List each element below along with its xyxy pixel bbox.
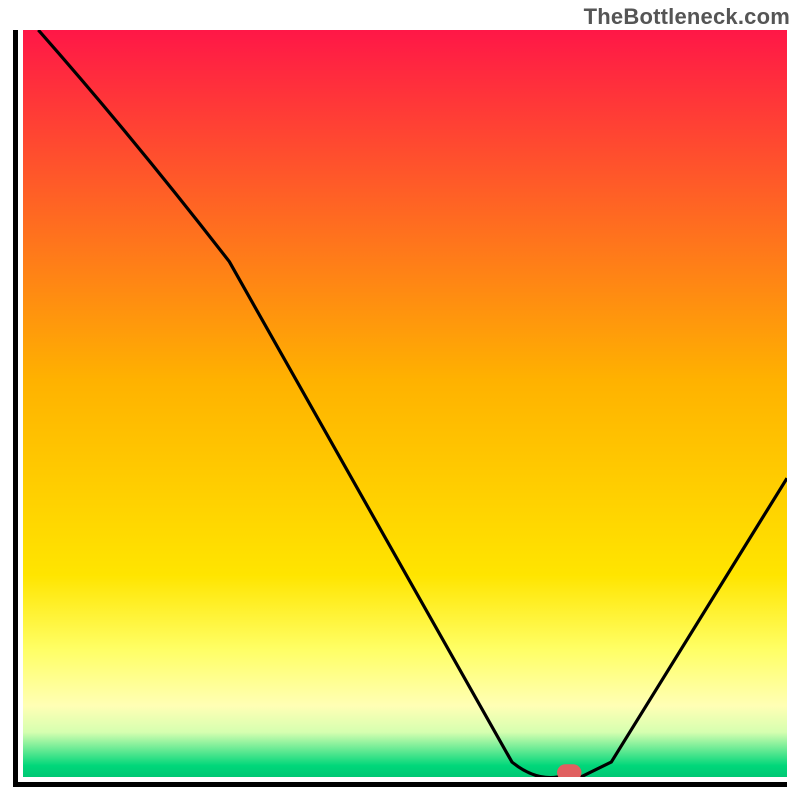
chart-container: TheBottleneck.com [0,0,800,800]
optimal-marker [557,764,581,777]
watermark-text: TheBottleneck.com [584,4,790,30]
plot-area [23,30,787,777]
plot-frame [13,30,787,787]
plot-svg [23,30,787,777]
